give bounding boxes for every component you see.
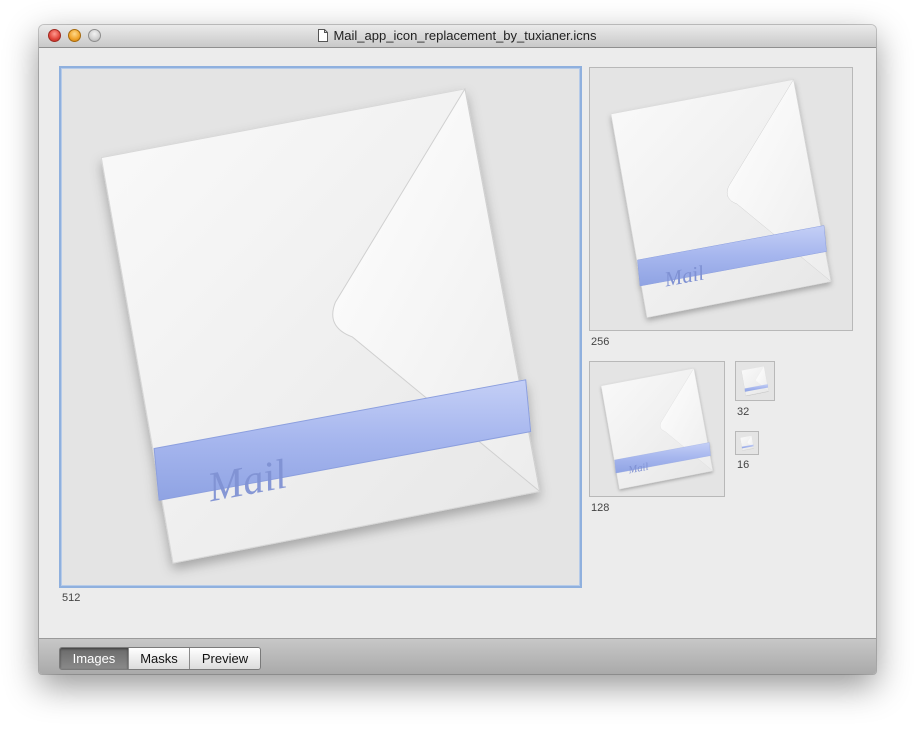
image-well-16[interactable] (735, 431, 759, 455)
title-bar: Mail_app_icon_replacement_by_tuxianer.ic… (39, 25, 876, 48)
masks-tab-button[interactable]: Masks (128, 648, 189, 669)
size-label-16: 16 (737, 459, 750, 471)
bottom-toolbar: Images Masks Preview (39, 638, 876, 674)
size-label-32: 32 (737, 406, 750, 418)
window-title: Mail_app_icon_replacement_by_tuxianer.ic… (333, 28, 597, 43)
images-tab-button[interactable]: Images (60, 648, 128, 669)
size-label-256: 256 (591, 336, 610, 348)
image-well-32[interactable] (735, 361, 775, 401)
view-mode-segmented-control: Images Masks Preview (59, 647, 261, 670)
mail-envelope-icon (739, 435, 755, 451)
preview-tab-button[interactable]: Preview (189, 648, 260, 669)
image-well-512[interactable]: Mail (59, 66, 582, 588)
size-label-512: 512 (62, 592, 81, 604)
mail-envelope-icon: Mail (591, 363, 723, 495)
icon-viewer-window: Mail_app_icon_replacement_by_tuxianer.ic… (39, 25, 876, 674)
size-label-128: 128 (591, 502, 610, 514)
mail-envelope-icon: Mail (591, 69, 851, 329)
image-well-256[interactable]: Mail (589, 67, 853, 331)
document-icon (318, 29, 329, 42)
image-well-128[interactable]: Mail (589, 361, 725, 497)
mail-envelope-icon: Mail (61, 68, 580, 586)
mail-envelope-icon (739, 365, 771, 397)
window-title-area: Mail_app_icon_replacement_by_tuxianer.ic… (39, 28, 876, 43)
